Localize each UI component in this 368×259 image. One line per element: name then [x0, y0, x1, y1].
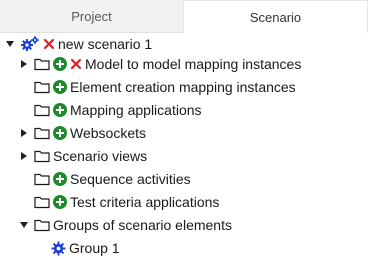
tree-item-test-criteria-applications[interactable]: Test criteria applications	[34, 191, 219, 213]
gears-icon	[20, 36, 40, 52]
expand-toggle-icon[interactable]	[4, 38, 16, 50]
folder-icon	[34, 195, 50, 209]
tree-item-label: Test criteria applications	[70, 194, 220, 210]
tree-item-group-1[interactable]: Group 1	[50, 237, 120, 259]
collapse-toggle-icon[interactable]	[18, 219, 30, 231]
folder-icon	[34, 218, 50, 232]
tree-item-label: Scenario views	[53, 148, 148, 164]
add-icon[interactable]	[53, 195, 67, 209]
folder-icon	[34, 57, 50, 71]
tree-item-mapping-applications[interactable]: Mapping applications	[34, 99, 202, 121]
add-icon[interactable]	[53, 126, 67, 140]
add-icon[interactable]	[53, 80, 67, 94]
tree-item-element-creation-mapping-instances[interactable]: Element creation mapping instances	[34, 76, 296, 98]
tree-item-sequence-activities[interactable]: Sequence activities	[34, 168, 191, 190]
tree-item-label: Websockets	[70, 125, 146, 141]
tree-item-label: Model to model mapping instances	[85, 56, 302, 72]
tree-root[interactable]: new scenario 1	[4, 33, 152, 55]
tree-item-groups-of-scenario-elements[interactable]: Groups of scenario elements	[18, 214, 232, 236]
folder-icon	[34, 103, 50, 117]
folder-icon	[34, 149, 50, 163]
expand-toggle-icon[interactable]	[18, 58, 30, 70]
tree-item-label: Group 1	[69, 240, 120, 256]
gear-icon	[50, 240, 66, 256]
add-icon[interactable]	[53, 103, 67, 117]
tree-root-label: new scenario 1	[58, 36, 153, 52]
tree-item-websockets[interactable]: Websockets	[18, 122, 146, 144]
folder-icon	[34, 172, 50, 186]
tree-item-label: Groups of scenario elements	[53, 217, 232, 233]
tab-scenario[interactable]: Scenario	[183, 0, 368, 33]
tree-item-label: Mapping applications	[70, 102, 202, 118]
add-icon[interactable]	[53, 57, 67, 71]
expand-toggle-icon[interactable]	[18, 127, 30, 139]
expand-toggle-icon[interactable]	[18, 150, 30, 162]
folder-icon	[34, 126, 50, 140]
add-icon[interactable]	[53, 172, 67, 186]
tree-item-label: Element creation mapping instances	[70, 79, 296, 95]
tree-item-label: Sequence activities	[70, 171, 191, 187]
remove-icon[interactable]	[43, 38, 55, 50]
tab-bar: Project Scenario	[0, 0, 368, 33]
folder-icon	[34, 80, 50, 94]
tab-project[interactable]: Project	[0, 0, 183, 33]
tree-item-scenario-views[interactable]: Scenario views	[18, 145, 147, 167]
remove-icon[interactable]	[70, 58, 82, 70]
tree-item-model-mapping-instances[interactable]: Model to model mapping instances	[18, 53, 301, 75]
